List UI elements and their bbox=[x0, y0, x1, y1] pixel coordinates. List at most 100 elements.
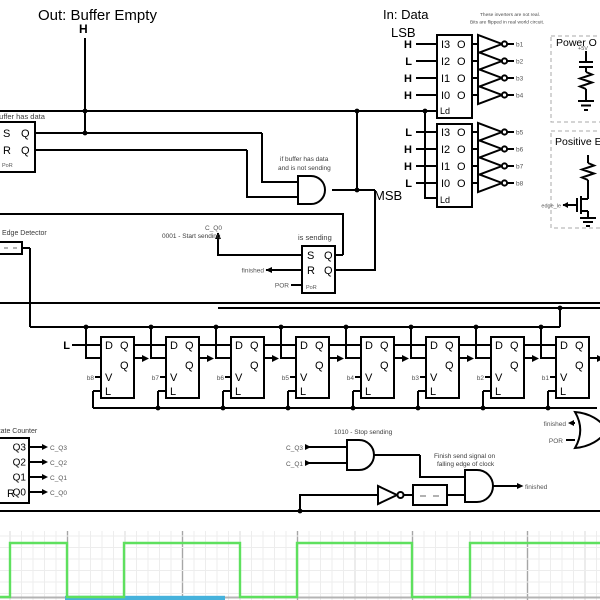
cell-pin-q: Q bbox=[575, 340, 584, 352]
cell-pin-l: L bbox=[430, 386, 436, 398]
inverter-note-1: These inverters are not real. bbox=[480, 12, 540, 18]
lsb-pin-o: O bbox=[457, 56, 466, 68]
cell-pin-v: V bbox=[235, 372, 243, 384]
net-finished-r: finished bbox=[242, 268, 265, 275]
not-gate-bubble bbox=[396, 491, 405, 499]
not-gate[interactable] bbox=[377, 484, 400, 506]
cell-pin-d: D bbox=[495, 340, 503, 352]
shift-cell[interactable]: D Q Q V L b3 bbox=[412, 336, 460, 399]
lsb-pin-i2: I2 bbox=[441, 56, 450, 68]
counter-out-q0: Q0 bbox=[13, 488, 27, 499]
msb-input-2[interactable]: H bbox=[404, 161, 412, 173]
cell-pin-d: D bbox=[300, 340, 308, 352]
finish-note-2: falling edge of clock bbox=[437, 461, 495, 468]
lsb-pin-i1: I1 bbox=[441, 73, 450, 85]
shift-cell[interactable]: D Q Q V L b4 bbox=[347, 336, 395, 399]
shift-cell[interactable]: D Q Q V L b5 bbox=[282, 336, 330, 399]
sending-ff-caption: is sending bbox=[298, 233, 332, 242]
lsb-input-2[interactable]: H bbox=[404, 73, 412, 85]
lsb-pin-i3: I3 bbox=[441, 39, 450, 51]
shift-d-const[interactable]: L bbox=[63, 340, 70, 352]
net-b7: b7 bbox=[516, 164, 524, 171]
cell-pin-d: D bbox=[560, 340, 568, 352]
cell-pin-l: L bbox=[560, 386, 566, 398]
shift-cell[interactable]: D Q Q V L b8 bbox=[87, 336, 135, 399]
cell-pin-qbar: Q bbox=[250, 360, 259, 372]
inverter-gates[interactable] bbox=[477, 33, 505, 194]
data-in-title: In: Data bbox=[383, 7, 429, 22]
msb-pin-o: O bbox=[457, 178, 466, 190]
cell-pin-qbar: Q bbox=[380, 360, 389, 372]
cell-pin-l: L bbox=[235, 386, 241, 398]
inverter-note-2: Bits are flipped in real world circuit. bbox=[470, 20, 544, 26]
cell-pin-v: V bbox=[170, 372, 178, 384]
stop-and-gate[interactable] bbox=[346, 439, 375, 471]
cell-pin-l: L bbox=[105, 386, 111, 398]
cell-pin-v: V bbox=[105, 372, 113, 384]
edge-box-title: Positive E bbox=[555, 136, 600, 148]
shift-cell[interactable]: D Q Q V L b6 bbox=[217, 336, 265, 399]
sending-ff-pin-qbar: Q bbox=[324, 265, 333, 277]
cell-pin-q: Q bbox=[120, 340, 129, 352]
shift-cell[interactable]: D Q Q V L b7 bbox=[152, 336, 200, 399]
scope-grid bbox=[0, 531, 600, 600]
load-gate-note-2: and is not sending bbox=[278, 165, 331, 172]
net-b2: b2 bbox=[516, 59, 524, 66]
shift-cell[interactable]: D Q Q V L b2 bbox=[477, 336, 525, 399]
cell-pin-qbar: Q bbox=[315, 360, 324, 372]
msb-input-1[interactable]: H bbox=[404, 144, 412, 156]
cell-pin-d: D bbox=[170, 340, 178, 352]
finish-or-gate[interactable] bbox=[573, 410, 600, 450]
cell-pin-d: D bbox=[430, 340, 438, 352]
circuit-canvas[interactable]: Out: Buffer Empty H In: Data LSB MSB The… bbox=[0, 0, 600, 600]
net-cq2: C_Q2 bbox=[50, 460, 67, 467]
stop-in-cq1: C_Q1 bbox=[286, 461, 303, 468]
cell-pin-qbar: Q bbox=[185, 360, 194, 372]
msb-pin-i1: I1 bbox=[441, 161, 450, 173]
cell-bit-label: b3 bbox=[412, 375, 420, 382]
lsb-input-1[interactable]: L bbox=[405, 56, 412, 68]
cell-pin-v: V bbox=[300, 372, 308, 384]
finish-and-gate[interactable] bbox=[464, 469, 494, 503]
cell-bit-label: b8 bbox=[87, 375, 95, 382]
buffer-ff-pin-por: PoR bbox=[2, 163, 13, 169]
buffer-ff-pin-q: Q bbox=[21, 128, 30, 140]
cell-pin-q: Q bbox=[510, 340, 519, 352]
circuit-wires bbox=[0, 38, 600, 512]
cell-pin-q: Q bbox=[250, 340, 259, 352]
delay-box[interactable] bbox=[412, 484, 448, 506]
cell-pin-d: D bbox=[365, 340, 373, 352]
load-and-gate[interactable] bbox=[297, 175, 326, 205]
net-b8: b8 bbox=[516, 181, 524, 188]
msb-input-3[interactable]: L bbox=[405, 178, 412, 190]
output-port-label: Out: Buffer Empty bbox=[38, 7, 157, 24]
edge-detector-box[interactable] bbox=[0, 241, 23, 255]
cell-pin-l: L bbox=[365, 386, 371, 398]
cell-bit-label: b4 bbox=[347, 375, 355, 382]
schematic: Out: Buffer Empty H In: Data LSB MSB The… bbox=[0, 7, 600, 600]
stop-in-cq3: C_Q3 bbox=[286, 445, 303, 452]
cell-pin-l: L bbox=[170, 386, 176, 398]
rail-5v-label: +5V bbox=[578, 46, 588, 52]
lsb-input-0[interactable]: H bbox=[404, 39, 412, 51]
lsb-input-3[interactable]: H bbox=[404, 90, 412, 102]
power-box-title: Power O bbox=[556, 37, 597, 49]
msb-pin-ld: Ld bbox=[440, 195, 450, 205]
buffer-ff-pin-r: R bbox=[3, 145, 11, 157]
cell-pin-l: L bbox=[495, 386, 501, 398]
msb-input-0[interactable]: L bbox=[405, 127, 412, 139]
msb-pin-o: O bbox=[457, 127, 466, 139]
net-cq0-tap: C_Q0 bbox=[205, 225, 222, 232]
output-port-state[interactable]: H bbox=[79, 22, 88, 36]
lsb-pin-o: O bbox=[457, 39, 466, 51]
net-b6: b6 bbox=[516, 147, 524, 154]
cell-pin-v: V bbox=[495, 372, 503, 384]
net-cq3: C_Q3 bbox=[50, 445, 67, 452]
cell-pin-qbar: Q bbox=[445, 360, 454, 372]
msb-pin-i2: I2 bbox=[441, 144, 450, 156]
cell-pin-d: D bbox=[235, 340, 243, 352]
counter-caption: State Counter bbox=[0, 428, 38, 435]
sending-ff-pin-s: S bbox=[307, 250, 314, 262]
sending-ff-pin-q: Q bbox=[324, 250, 333, 262]
shift-cell[interactable]: D Q Q V L b1 bbox=[542, 336, 590, 399]
